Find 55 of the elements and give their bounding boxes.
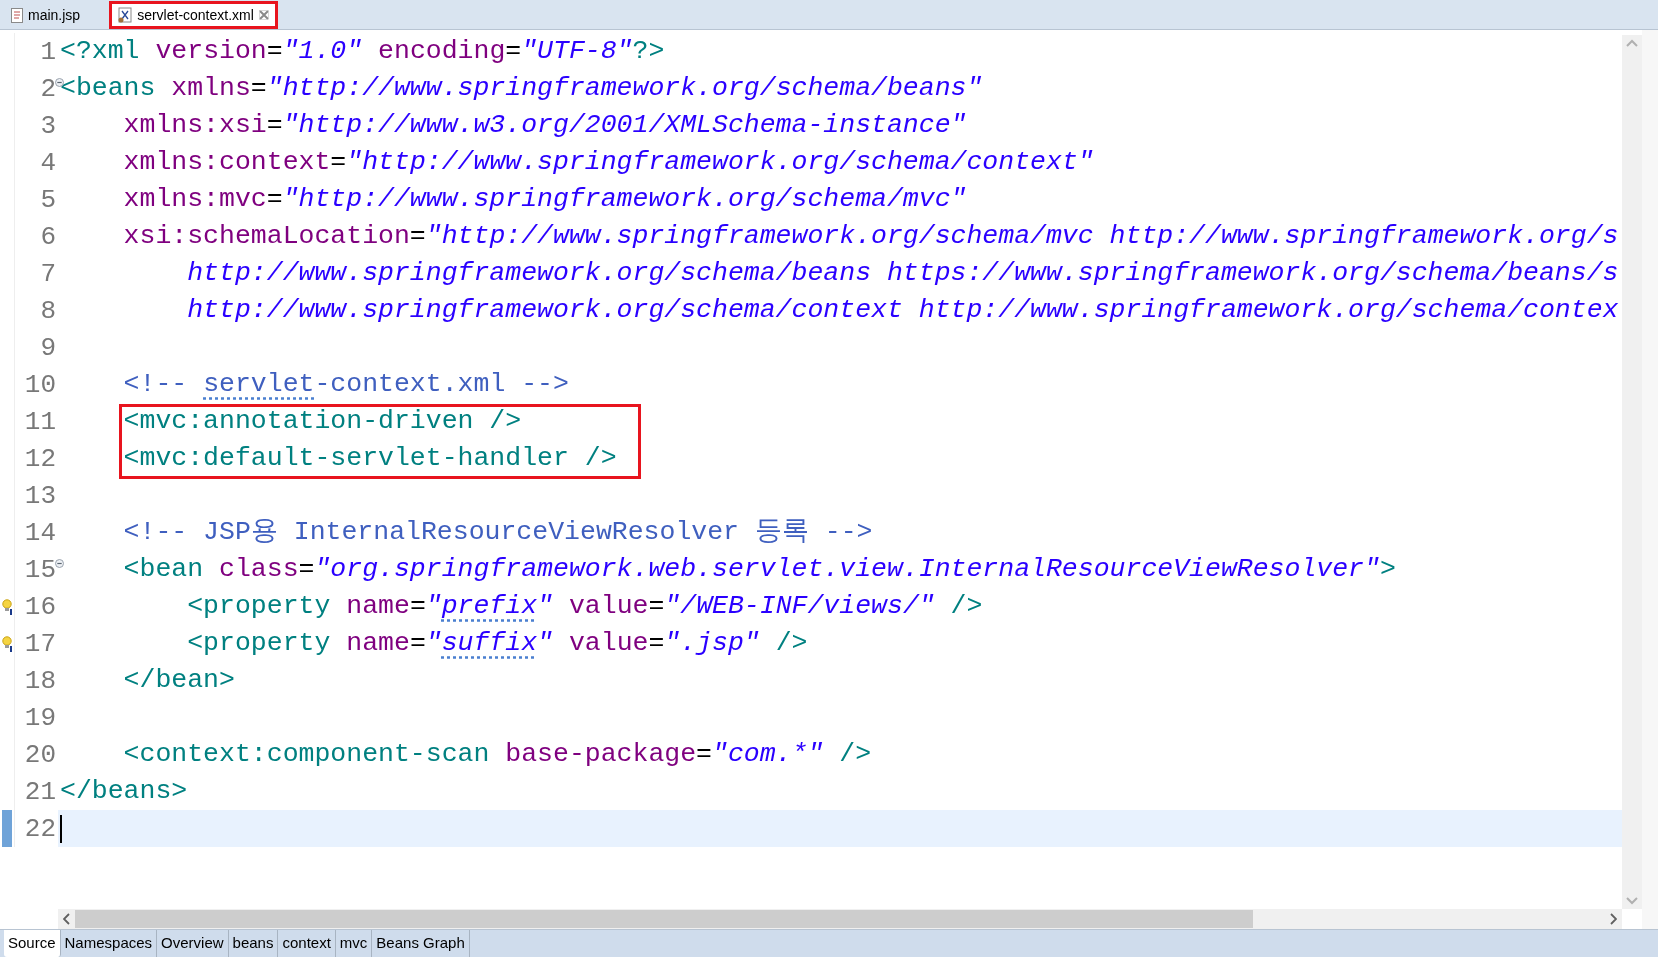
- code-line: </beans>: [60, 778, 188, 805]
- xml-file-icon: [118, 7, 133, 23]
- line-number: 13: [24, 482, 56, 509]
- file-icon: [11, 7, 23, 23]
- code-line: <context:component-scan base-package="com.*" />: [122, 741, 872, 768]
- code-line: <mvc:annotation-driven />: [122, 408, 522, 435]
- line-number: 1: [40, 38, 56, 65]
- line-number: 10: [24, 371, 56, 398]
- code-line: <bean class="org.springframework.web.servlet.view.InternalResourceViewResolver">: [122, 556, 1396, 583]
- line-number: 11: [24, 408, 56, 435]
- line-number: 21: [24, 778, 56, 805]
- line-number: 4: [40, 149, 56, 176]
- code-line: http://www.springframework.org/schema/beans https://www.springframework.org/schema/beans/s: [186, 260, 1619, 287]
- text-cursor: [60, 814, 62, 843]
- line-number: 20: [24, 741, 56, 768]
- editor-page-tab[interactable]: Source: [4, 930, 61, 957]
- scroll-up-icon[interactable]: [1626, 39, 1638, 47]
- line-number: 2: [40, 75, 56, 102]
- code-line: xmlns:context="http://www.springframework.org/schema/context": [122, 149, 1094, 176]
- code-line: <property name="suffix" value=".jsp" />: [186, 630, 808, 657]
- line-number: 14: [24, 519, 56, 546]
- code-line: </bean>: [122, 667, 235, 694]
- line-number: 6: [40, 223, 56, 250]
- vertical-scrollbar[interactable]: [1622, 35, 1642, 909]
- line-number: 12: [24, 445, 56, 472]
- editor-tab[interactable]: servlet-context.xml: [109, 1, 278, 29]
- code-line: xsi:schemaLocation="http://www.springframework.org/schema/mvc http://www.springframework.org/s: [122, 223, 1619, 250]
- code-line: xmlns:mvc="http://www.springframework.org/schema/mvc": [122, 186, 967, 213]
- line-number: 18: [24, 667, 56, 694]
- editor-tab[interactable]: main.jsp: [2, 1, 90, 29]
- code-line: <!-- servlet-context.xml -->: [122, 371, 569, 398]
- code-line: <property name="prefix" value="/WEB-INF/views/" />: [186, 593, 983, 620]
- code-line: <beans xmlns="http://www.springframework.org/schema/beans": [60, 75, 983, 102]
- code-line: http://www.springframework.org/schema/context http://www.springframework.org/schema/contex: [186, 297, 1619, 324]
- line-number: 8: [40, 297, 56, 324]
- code-line: <?xml version="1.0" encoding="UTF-8"?>: [60, 38, 665, 65]
- line-number: 3: [40, 112, 56, 139]
- line-number: 9: [40, 334, 56, 361]
- close-icon[interactable]: [258, 10, 269, 20]
- line-number: 17: [24, 630, 56, 657]
- scroll-down-icon[interactable]: [1626, 897, 1638, 905]
- code-line: <!-- JSP용 InternalResourceViewResolver 등록 -->: [122, 519, 873, 546]
- line-number: 16: [24, 593, 56, 620]
- code-line: <mvc:default-servlet-handler />: [122, 445, 617, 472]
- line-number: 15: [24, 556, 56, 583]
- line-number: 7: [40, 260, 56, 287]
- horizontal-scrollbar[interactable]: [58, 909, 1622, 929]
- line-number: 5: [40, 186, 56, 213]
- line-number: 22: [24, 815, 56, 842]
- line-number: 19: [24, 704, 56, 731]
- scroll-right-icon[interactable]: [1610, 913, 1617, 925]
- code-line: xmlns:xsi="http://www.w3.org/2001/XMLSchema-instance": [122, 112, 967, 139]
- scroll-left-icon[interactable]: [63, 913, 70, 925]
- collapse-icon[interactable]: [55, 559, 64, 568]
- scrollbar-thumb[interactable]: [75, 910, 1253, 928]
